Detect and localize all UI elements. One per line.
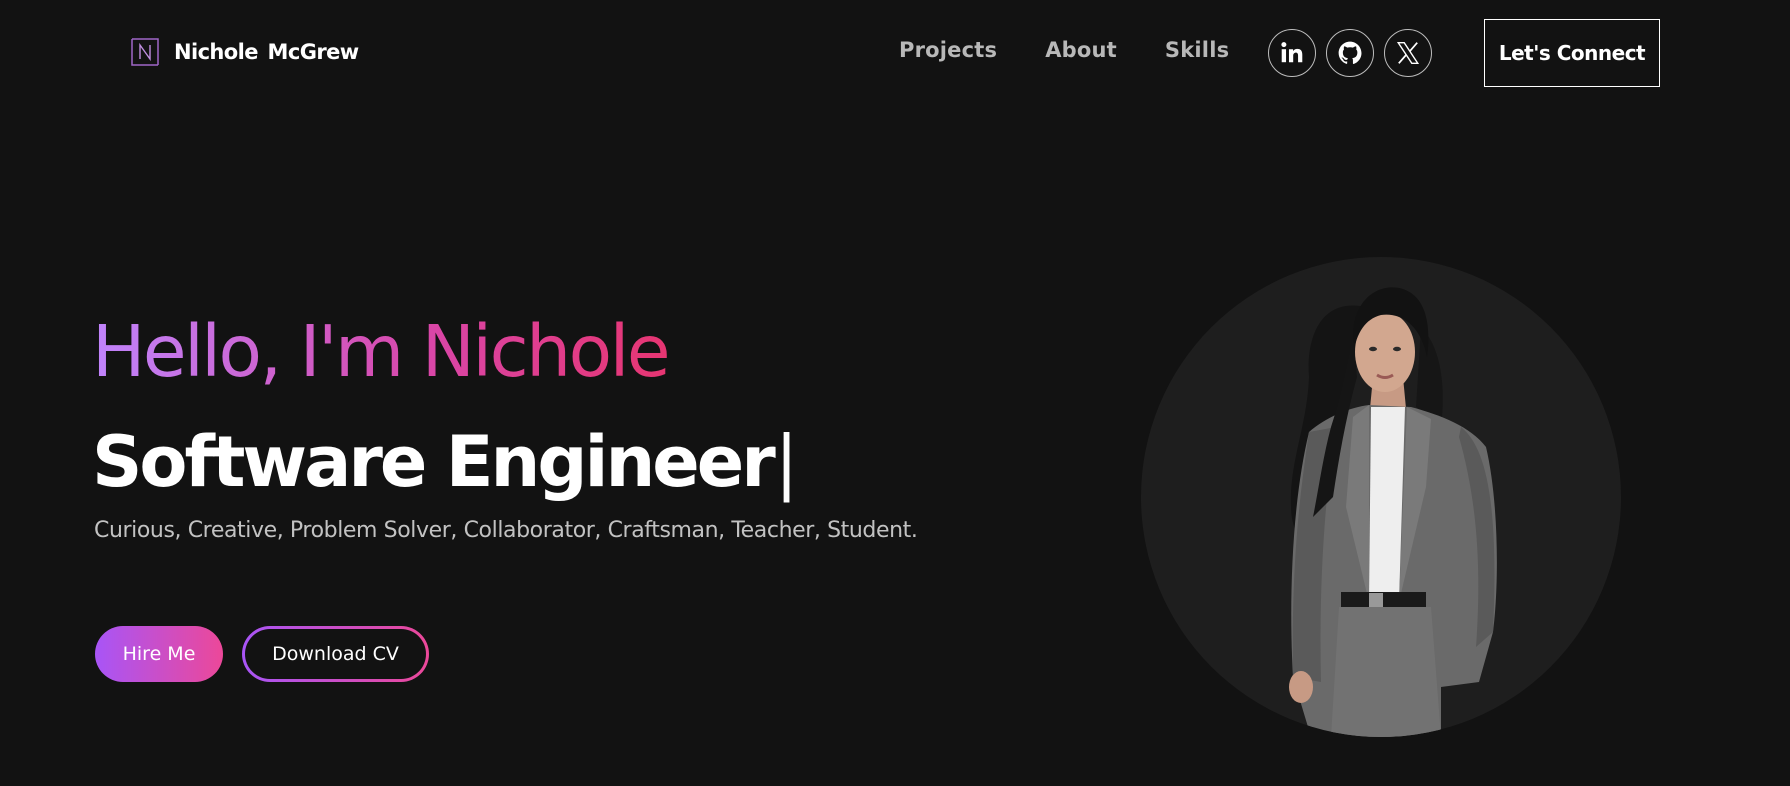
download-cv-button[interactable]: Download CV (242, 626, 429, 682)
portrait-illustration (1289, 287, 1497, 737)
download-cv-label: Download CV (245, 629, 426, 679)
brand-name: Nichole McGrew (174, 40, 359, 64)
brand[interactable]: Nichole McGrew (131, 38, 359, 66)
linkedin-button[interactable] (1268, 29, 1316, 77)
lets-connect-button[interactable]: Let's Connect (1484, 19, 1660, 87)
hero-role-text: Software Engineer (92, 421, 776, 503)
hire-me-button[interactable]: Hire Me (95, 626, 223, 682)
nav-link-projects[interactable]: Projects (899, 38, 997, 62)
nav-link-skills[interactable]: Skills (1165, 38, 1229, 62)
hero-greeting: Hello, I'm Nichole (92, 308, 702, 396)
nav-links: Projects About Skills (899, 38, 1229, 62)
top-navbar: Nichole McGrew Projects About Skills Let… (0, 0, 1790, 106)
github-button[interactable] (1326, 29, 1374, 77)
x-button[interactable] (1384, 29, 1432, 77)
hero-tagline: Curious, Creative, Problem Solver, Colla… (94, 518, 918, 543)
github-icon (1338, 41, 1362, 64)
n-monogram-icon (131, 38, 159, 66)
x-icon (1396, 42, 1420, 64)
nav-link-about[interactable]: About (1045, 38, 1117, 62)
social-links (1268, 29, 1432, 77)
typing-caret: | (774, 421, 799, 503)
profile-photo (1141, 257, 1621, 737)
linkedin-icon (1281, 42, 1303, 63)
hero-role: Software Engineer| (92, 418, 799, 506)
